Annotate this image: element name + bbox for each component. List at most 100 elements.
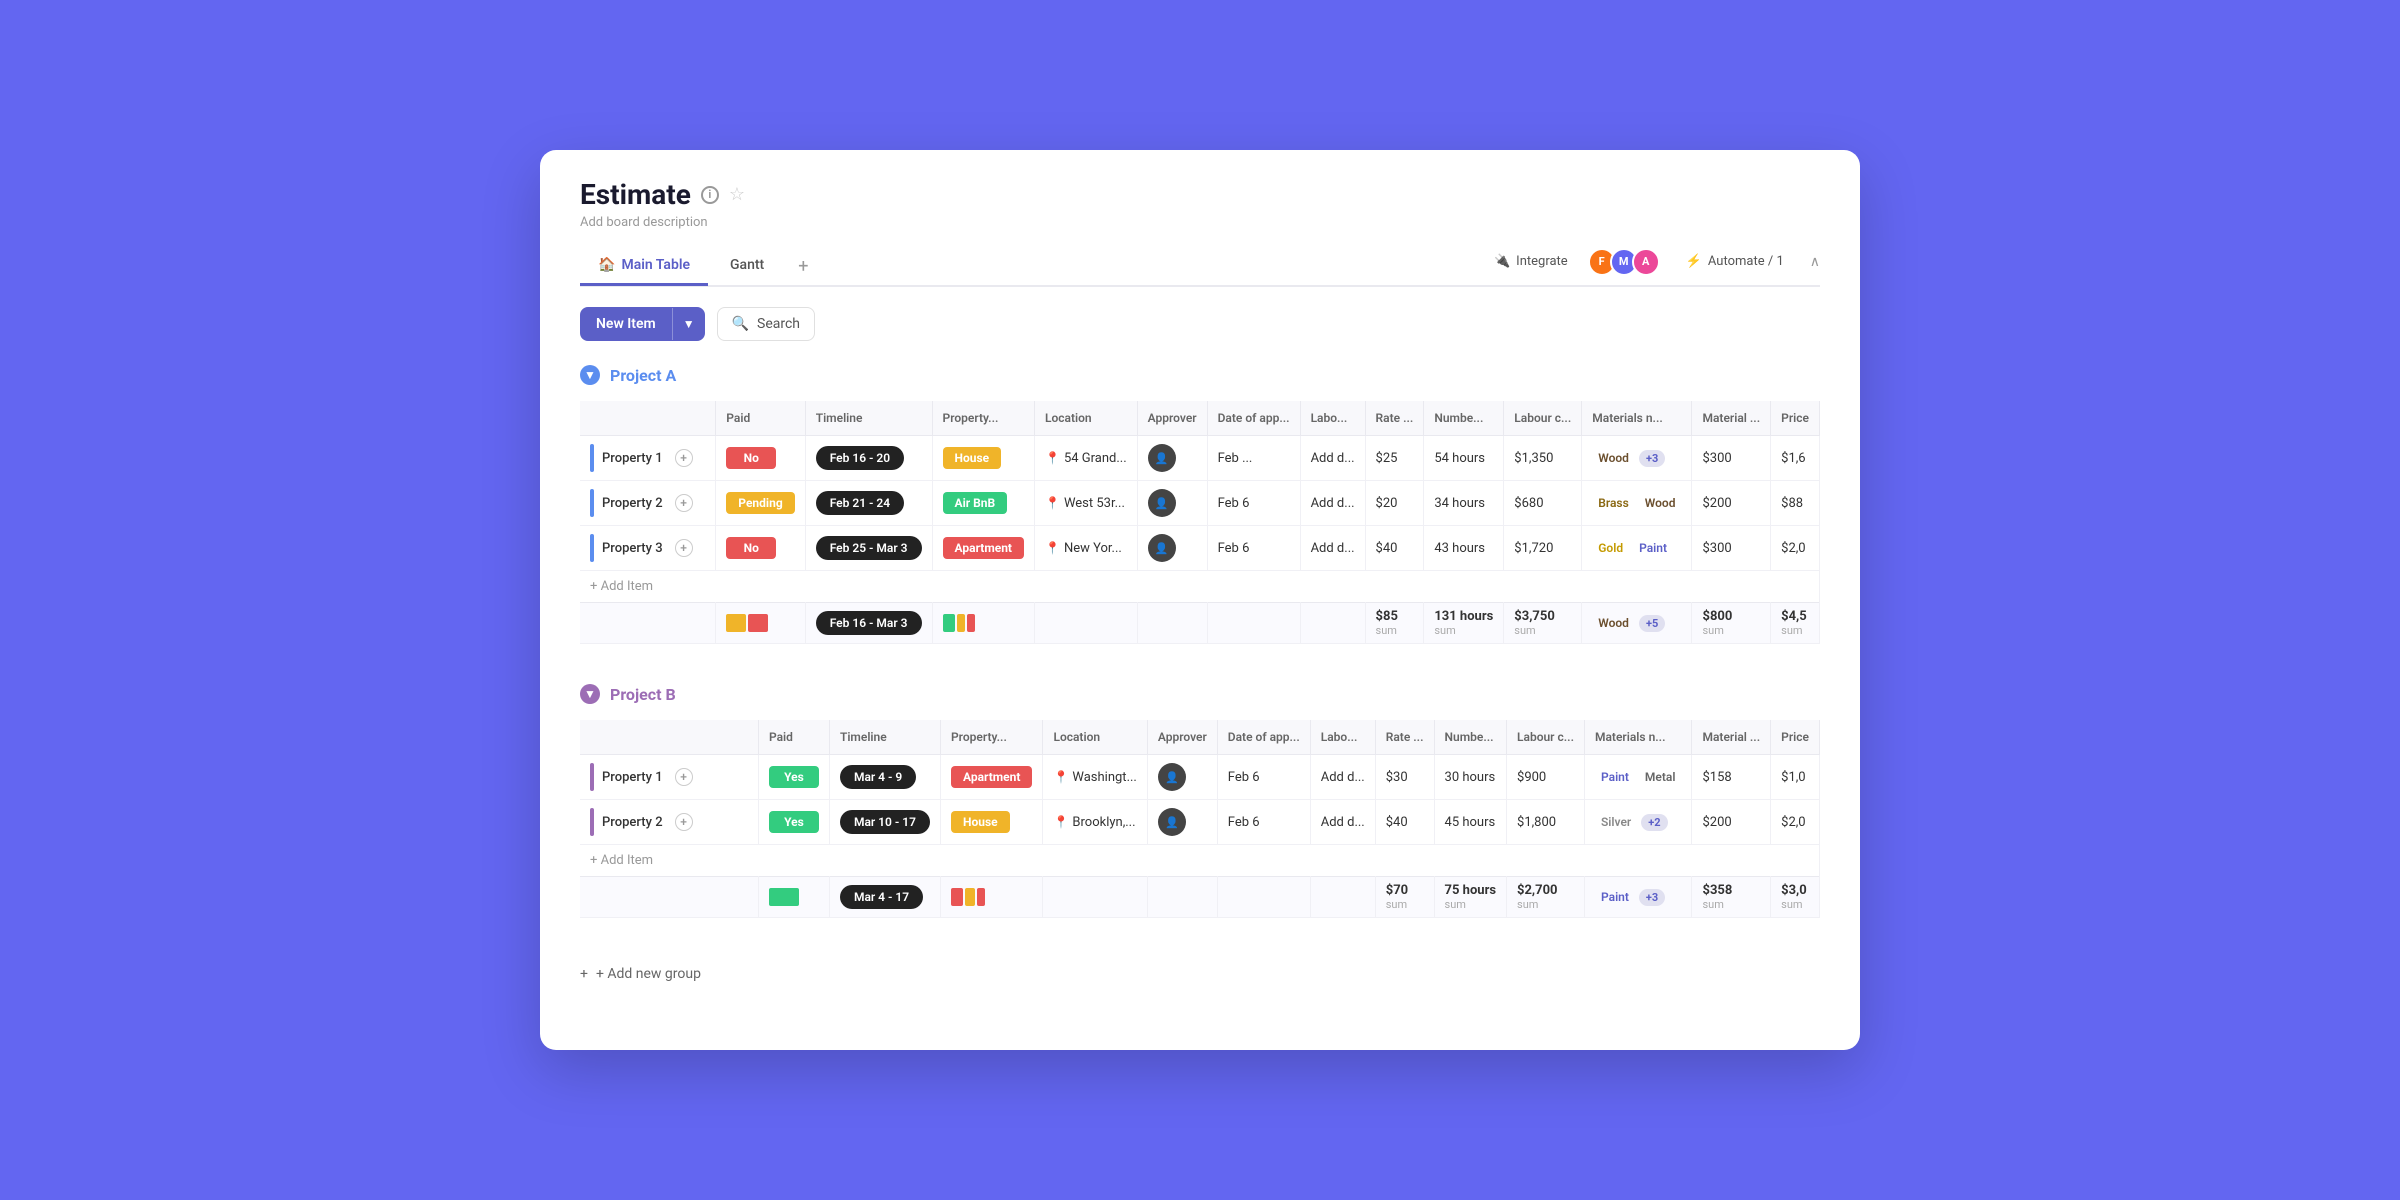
- tab-main-table-label: Main Table: [621, 257, 690, 273]
- property-badge: House: [951, 811, 1010, 833]
- paid-badge: Yes: [769, 766, 819, 788]
- row-add-icon[interactable]: +: [675, 494, 693, 512]
- row-date: Feb 6: [1217, 800, 1310, 845]
- row-number: 34 hours: [1424, 481, 1504, 526]
- location-pin: 📍: [1045, 496, 1060, 510]
- col-location: Location: [1035, 401, 1138, 436]
- col-price: Price: [1771, 720, 1820, 755]
- row-stripe: [590, 808, 594, 836]
- col-labour: Labo...: [1300, 401, 1365, 436]
- add-item-cell[interactable]: + Add Item: [580, 845, 1820, 877]
- info-icon[interactable]: i: [701, 186, 719, 204]
- add-item-row[interactable]: + Add Item: [580, 571, 1820, 603]
- material-plus: +3: [1639, 450, 1665, 467]
- tab-gantt-label: Gantt: [730, 257, 764, 273]
- location-pin: 📍: [1045, 451, 1060, 465]
- summary-paid: [758, 877, 829, 918]
- add-item-cell[interactable]: + Add Item: [580, 571, 1820, 603]
- collapse-button[interactable]: ∧: [1810, 254, 1820, 270]
- sum-material-plus: +5: [1639, 615, 1665, 632]
- col-rate: Rate ...: [1375, 720, 1434, 755]
- toolbar: New Item ▼ 🔍 Search: [540, 287, 1860, 357]
- location-text: 54 Grand...: [1064, 451, 1127, 466]
- summary-property: [940, 877, 1042, 918]
- integrate-icon: 🔌: [1494, 254, 1510, 269]
- add-group-label: + Add new group: [596, 966, 701, 982]
- summary-labour: [1300, 603, 1365, 644]
- material-tag: Wood: [1639, 494, 1682, 512]
- group-b-collapse[interactable]: ▼: [580, 684, 600, 704]
- add-group-button[interactable]: + + Add new group: [580, 950, 1820, 998]
- integrate-label: Integrate: [1516, 254, 1568, 269]
- sum-color-block: [748, 614, 768, 632]
- search-label: Search: [757, 316, 800, 332]
- tabs-right: 🔌 Integrate F M A ⚡ Automate / 1 ∧: [1484, 248, 1820, 284]
- automate-button[interactable]: ⚡ Automate / 1: [1676, 248, 1794, 275]
- row-add-icon[interactable]: +: [675, 813, 693, 831]
- tab-gantt[interactable]: Gantt: [712, 247, 782, 286]
- new-item-dropdown-arrow[interactable]: ▼: [672, 308, 705, 340]
- row-name-cell: Property 3 +: [580, 526, 716, 571]
- approver-avatar: 👤: [1148, 489, 1176, 517]
- summary-name: [580, 603, 716, 644]
- row-property: Apartment: [940, 755, 1042, 800]
- new-item-button[interactable]: New Item ▼: [580, 307, 705, 341]
- col-property: Property...: [932, 401, 1034, 436]
- summary-number: 131 hours sum: [1424, 603, 1504, 644]
- col-paid: Paid: [758, 720, 829, 755]
- summary-location: [1035, 603, 1138, 644]
- automate-icon: ⚡: [1686, 254, 1702, 269]
- integrate-button[interactable]: 🔌 Integrate: [1484, 248, 1578, 275]
- tab-add-button[interactable]: +: [786, 246, 820, 287]
- location-pin: 📍: [1045, 541, 1060, 555]
- group-b-title[interactable]: Project B: [610, 685, 676, 704]
- sum-color-block: [769, 888, 799, 906]
- add-item-row[interactable]: + Add Item: [580, 845, 1820, 877]
- property-badge: House: [943, 447, 1002, 469]
- row-add-icon[interactable]: +: [675, 768, 693, 786]
- row-rate: $25: [1365, 436, 1424, 481]
- row-price: $1,0: [1771, 755, 1820, 800]
- group-a-header-row: Paid Timeline Property... Location Appro…: [580, 401, 1820, 436]
- row-labour: Add d...: [1300, 526, 1365, 571]
- star-icon[interactable]: ☆: [729, 184, 745, 205]
- row-name-cell: Property 1 +: [580, 755, 758, 800]
- row-date: Feb 6: [1217, 755, 1310, 800]
- row-property: House: [932, 436, 1034, 481]
- row-location: 📍Washingt...: [1043, 755, 1147, 800]
- board-description[interactable]: Add board description: [580, 215, 1820, 230]
- summary-name: [580, 877, 758, 918]
- material-tag-wood: Wood: [1592, 449, 1635, 467]
- group-a-collapse[interactable]: ▼: [580, 365, 600, 385]
- row-timeline: Feb 25 - Mar 3: [805, 526, 932, 571]
- row-stripe: [590, 763, 594, 791]
- search-box[interactable]: 🔍 Search: [717, 307, 815, 341]
- tab-main-table[interactable]: 🏠 Main Table: [580, 247, 708, 286]
- row-stripe: [590, 489, 594, 517]
- tabs-left: 🏠 Main Table Gantt +: [580, 246, 820, 285]
- approver-avatar: 👤: [1158, 763, 1186, 791]
- location-pin: 📍: [1053, 770, 1068, 784]
- approver-avatar: 👤: [1148, 534, 1176, 562]
- table-row: Property 2 + Pending Feb 21 - 24 Air BnB…: [580, 481, 1820, 526]
- group-a-title[interactable]: Project A: [610, 366, 676, 385]
- paid-badge: Pending: [726, 492, 794, 514]
- col-number: Numbe...: [1424, 401, 1504, 436]
- col-property: Property...: [940, 720, 1042, 755]
- row-add-icon[interactable]: +: [675, 539, 693, 557]
- table-row: Property 3 + No Feb 25 - Mar 3 Apartment…: [580, 526, 1820, 571]
- group-a-table-wrap: Paid Timeline Property... Location Appro…: [580, 401, 1820, 644]
- sum-material-tag: Wood: [1592, 614, 1635, 632]
- sum-color-block: [965, 888, 975, 906]
- summary-rate: $70 sum: [1375, 877, 1434, 918]
- property-badge: Apartment: [943, 537, 1024, 559]
- row-approver: 👤: [1137, 526, 1207, 571]
- summary-labour-cost: $3,750 sum: [1504, 603, 1582, 644]
- row-add-icon[interactable]: +: [675, 449, 693, 467]
- row-name-label: Property 2: [602, 815, 663, 830]
- timeline-badge: Feb 16 - 20: [816, 446, 904, 470]
- timeline-badge: Feb 25 - Mar 3: [816, 536, 922, 560]
- row-stripe: [590, 444, 594, 472]
- material-tag: Paint: [1595, 768, 1635, 786]
- row-materials: Brass Wood: [1582, 481, 1692, 526]
